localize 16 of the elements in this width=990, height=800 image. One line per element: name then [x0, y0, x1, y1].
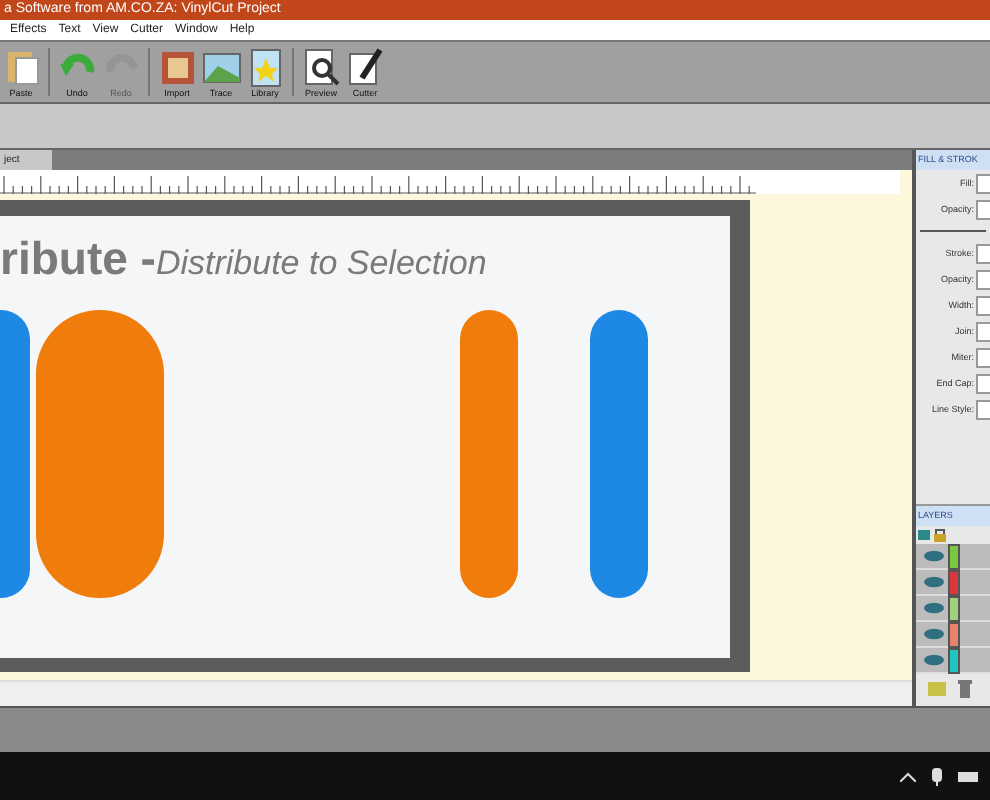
chevron-up-icon[interactable]: [900, 771, 916, 781]
layer-row[interactable]: [916, 622, 990, 648]
layer-row[interactable]: [916, 544, 990, 570]
layer-row[interactable]: [916, 596, 990, 622]
pen-icon: [345, 47, 385, 87]
layer-row[interactable]: [916, 570, 990, 596]
heading-text: ribute -: [0, 232, 156, 286]
microphone-icon[interactable]: [932, 767, 942, 785]
horizontal-scrollbar[interactable]: [0, 680, 912, 706]
landscape-icon: [201, 47, 241, 87]
lock-icon: [918, 528, 950, 542]
layer-row[interactable]: [916, 648, 990, 674]
battery-icon[interactable]: [958, 771, 978, 781]
trash-icon[interactable]: [958, 680, 972, 698]
magnifier-icon: [301, 47, 341, 87]
subheading-text: Distribute to Selection: [155, 244, 487, 284]
